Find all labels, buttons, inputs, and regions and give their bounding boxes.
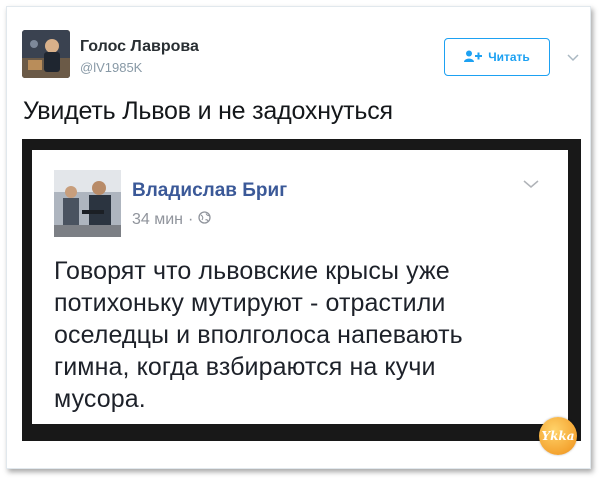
post-text-line: Говорят что львовские крысы уже (54, 257, 450, 285)
post-author-name: Владислав Бриг (132, 180, 288, 201)
chevron-down-icon (523, 176, 539, 188)
follow-label: Читать (488, 50, 530, 64)
post-meta: 34 мин · (132, 211, 211, 229)
post-text-line: мусора. (54, 385, 146, 413)
post-text-line: оселедцы и вполголоса напевають (54, 321, 463, 349)
add-user-icon (464, 50, 483, 65)
post-separator: · (188, 211, 194, 228)
chevron-down-icon[interactable] (567, 50, 579, 62)
watermark-logo: Ykka (539, 417, 577, 455)
post-text-line: гимна, когда взбираются на кучи (54, 353, 436, 381)
post-text: Говорят что львовские крысы уже потихонь… (54, 255, 554, 415)
author-avatar[interactable] (22, 30, 70, 78)
author-name[interactable]: Голос Лаврова (80, 38, 199, 56)
post-time: 34 мин (132, 211, 184, 228)
tweet-text: Увидеть Львов и не задохнуться (23, 97, 393, 125)
globe-icon (198, 211, 211, 229)
post-author-avatar (54, 170, 121, 237)
author-handle[interactable]: @lV1985K (80, 60, 142, 75)
post-text-line: потихоньку мутируют - отрастили (54, 289, 446, 317)
follow-button[interactable]: Читать (444, 38, 550, 76)
